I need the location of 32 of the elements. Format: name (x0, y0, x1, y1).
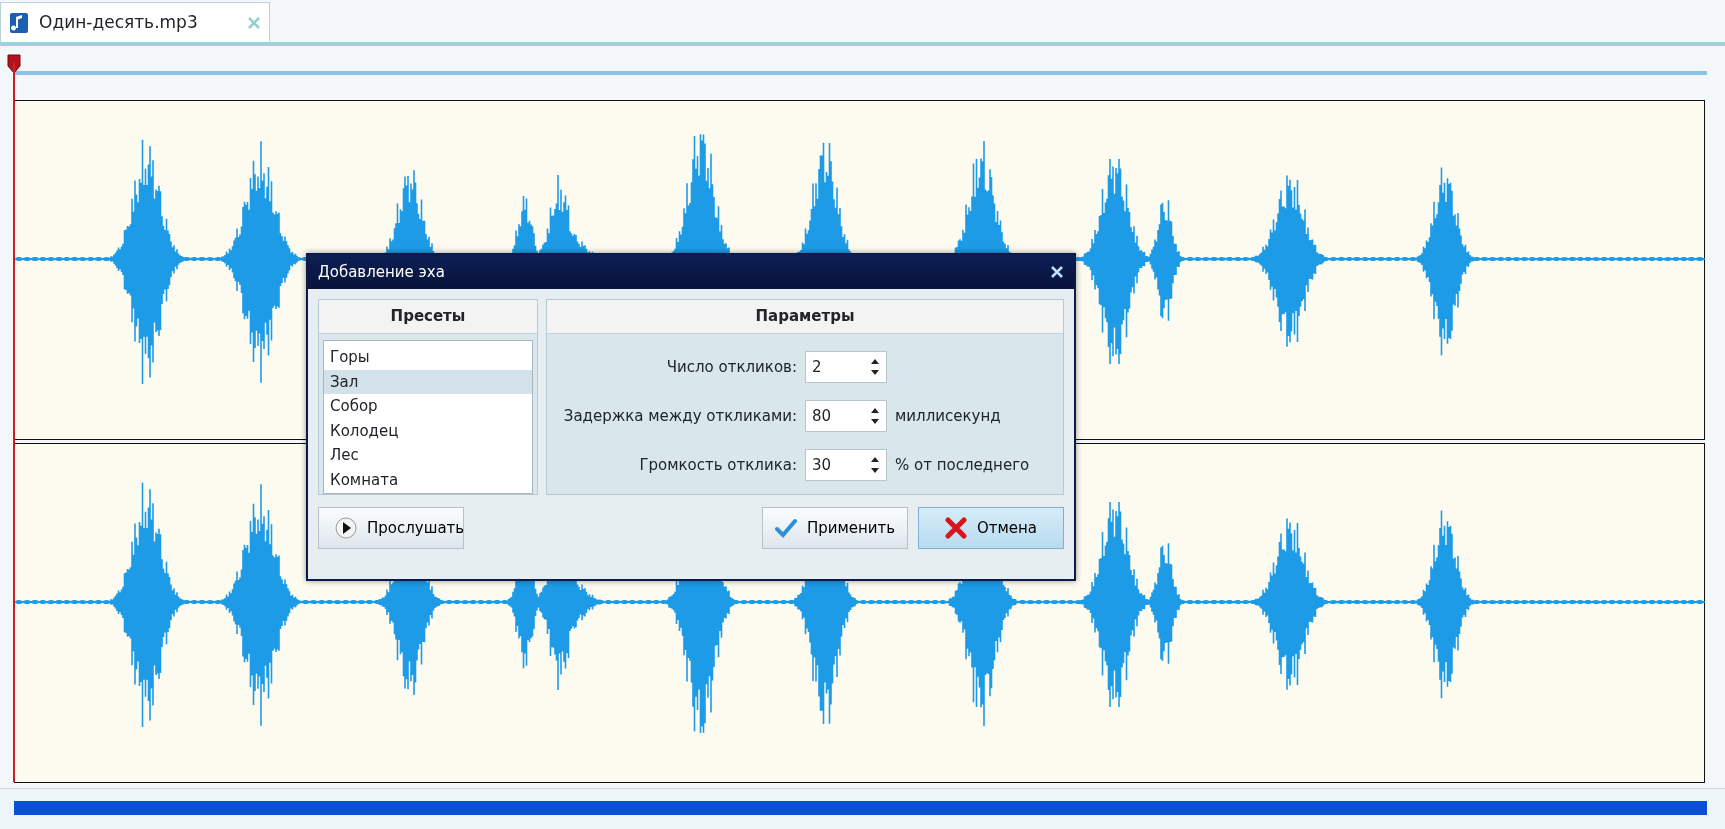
panel-header: Пресеты (319, 300, 537, 334)
listen-button[interactable]: Прослушать (318, 507, 464, 549)
cancel-button[interactable]: Отмена (918, 507, 1064, 549)
cross-icon (944, 517, 967, 539)
close-tab-icon[interactable] (247, 15, 261, 30)
preset-item[interactable]: Колодец (324, 418, 532, 443)
scrollbar[interactable] (14, 801, 1707, 815)
preset-item[interactable]: Лес (324, 443, 532, 468)
close-icon[interactable] (1050, 265, 1064, 279)
spin-field[interactable]: 2 (805, 351, 887, 383)
checkmark-icon (774, 518, 797, 538)
spin-arrows-icon (870, 407, 880, 425)
play-icon (335, 517, 357, 539)
dialog-title: Добавление эха (318, 261, 445, 283)
preset-item[interactable]: Горы (324, 345, 532, 370)
field-label: Задержка между откликами: (562, 405, 797, 427)
panel-header: Параметры (547, 300, 1063, 334)
spin-arrows-icon (870, 456, 880, 474)
unit-label: миллисекунд (895, 405, 1001, 427)
apply-button[interactable]: Применить (762, 507, 908, 549)
spin-arrows-icon (870, 358, 880, 376)
field-label: Число откликов: (665, 356, 797, 378)
music-file-icon (9, 11, 29, 34)
preset-item[interactable]: Комната (324, 467, 532, 492)
field-label: Громкость отклика: (638, 454, 797, 476)
spin-field[interactable]: 30 (805, 449, 887, 481)
file-tab[interactable]: Один-десять.mp3 (0, 2, 270, 42)
preset-item[interactable]: Зал (324, 369, 532, 394)
spin-field[interactable]: 80 (805, 400, 887, 432)
unit-label: % от последнего (895, 454, 1030, 476)
tab-title: Один-десять.mp3 (39, 10, 198, 34)
preset-item[interactable]: Собор (324, 394, 532, 419)
